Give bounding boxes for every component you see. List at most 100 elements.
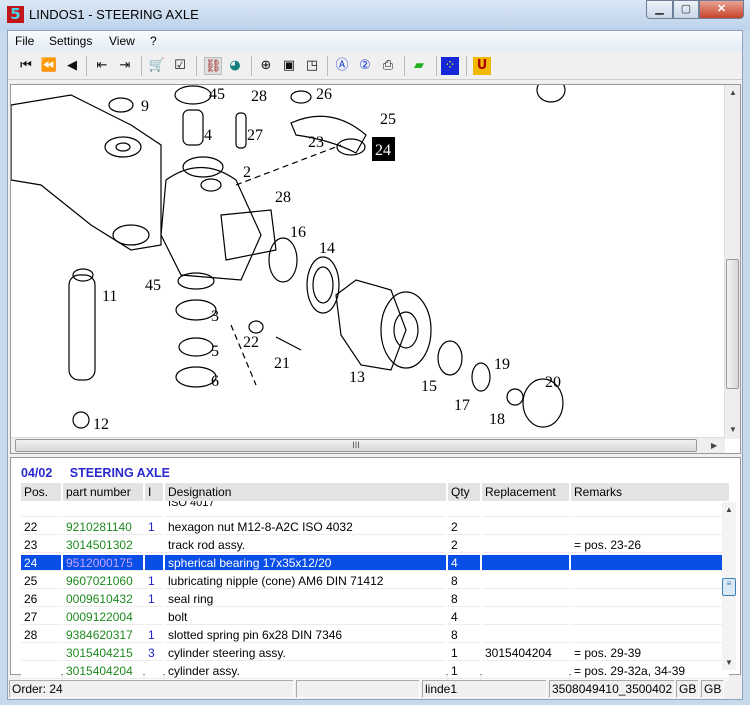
menu-bar: File Settings View ? (8, 31, 742, 51)
next-page-icon[interactable]: ⇥ (116, 57, 134, 75)
callout-25[interactable]: 25 (380, 111, 396, 128)
menu-settings[interactable]: Settings (49, 34, 92, 48)
search-a-icon[interactable]: Ⓐ (333, 57, 351, 75)
drawing-horizontal-scrollbar[interactable]: III ▶ (11, 437, 725, 453)
col-i[interactable]: I (145, 483, 163, 501)
table-row[interactable]: 24 9512000175 spherical bearing 17x35x12/2… (21, 555, 729, 573)
callout-20[interactable]: 20 (545, 374, 561, 391)
callout-21[interactable]: 21 (274, 355, 290, 372)
menu-help[interactable]: ? (150, 34, 157, 48)
row-remarks (571, 555, 729, 573)
callout-9[interactable]: 9 (141, 98, 149, 115)
rewind-icon[interactable]: ⏪ (40, 57, 58, 75)
page-icon[interactable]: ▣ (280, 57, 298, 75)
row-part-number: 0009610432 (63, 591, 143, 609)
row-indicator (145, 609, 163, 627)
cart-icon[interactable]: 🛒 (148, 57, 166, 75)
eu-flag-icon[interactable]: ⁘ (441, 57, 459, 75)
callout-26[interactable]: 26 (316, 86, 332, 103)
first-icon[interactable]: ⏮ (17, 57, 35, 75)
table-row[interactable]: 25 9607021060 1 lubricating nipple (cone) A… (21, 573, 729, 591)
callout-45[interactable]: 45 (209, 86, 225, 103)
row-pos: 23 (21, 537, 61, 555)
callout-5[interactable]: 5 (211, 343, 219, 360)
callout-28b[interactable]: 28 (275, 189, 291, 206)
search-2-icon[interactable]: ② (356, 57, 374, 75)
parts-scrollbar[interactable]: ▲ ≡ ▼ (722, 502, 736, 670)
u-icon[interactable]: U (473, 57, 491, 75)
callout-23[interactable]: 23 (308, 134, 324, 151)
link-icon[interactable]: ⛓ (204, 57, 222, 75)
vertical-scroll-thumb[interactable] (726, 259, 739, 389)
print-icon[interactable]: ⎙ (379, 57, 397, 75)
callout-15[interactable]: 15 (421, 378, 437, 395)
exploded-drawing[interactable]: 10 9 45 28 26 25 4 27 23 24 2 28 16 14 1… (10, 84, 741, 454)
clock-icon[interactable]: ◕ (226, 57, 244, 75)
window-title: LINDOS1 - STEERING AXLE (29, 7, 199, 22)
row-part-number: 9210281140 (63, 519, 143, 537)
parts-scroll-thumb[interactable]: ≡ (722, 578, 736, 596)
col-pos[interactable]: Pos. (21, 483, 61, 501)
row-indicator (145, 537, 163, 555)
row-designation: bolt (165, 609, 446, 627)
page-corner-icon[interactable]: ◳ (303, 57, 321, 75)
table-row[interactable]: 23 3014501302 track rod assy. 2 = pos. 23-26 (21, 537, 729, 555)
callout-11[interactable]: 11 (102, 288, 117, 305)
minimize-button[interactable]: ▁ (646, 0, 673, 19)
menu-view[interactable]: View (109, 34, 135, 48)
checklist-icon[interactable]: ☑ (171, 57, 189, 75)
row-designation: spherical bearing 17x35x12/20 (165, 555, 446, 573)
row-part-number: 9607021060 (63, 573, 143, 591)
previous-icon[interactable]: ◀ (63, 57, 81, 75)
table-row[interactable]: 22 9210281140 1 hexagon nut M12-8-A2C ISO 4… (21, 519, 729, 537)
row-indicator: 3 (145, 645, 163, 663)
callout-12[interactable]: 12 (93, 416, 109, 433)
notepad-icon[interactable]: ▰ (410, 57, 428, 75)
status-order: Order: 24 (9, 680, 294, 698)
row-indicator (145, 555, 163, 573)
callout-19[interactable]: 19 (494, 356, 510, 373)
col-designation[interactable]: Designation (165, 483, 446, 501)
menu-file[interactable]: File (15, 34, 34, 48)
callout-18[interactable]: 18 (489, 411, 505, 428)
maximize-button[interactable]: ▢ (673, 0, 699, 19)
callout-6[interactable]: 6 (211, 373, 219, 390)
col-qty[interactable]: Qty (448, 483, 480, 501)
prev-page-icon[interactable]: ⇤ (93, 57, 111, 75)
col-part-number[interactable]: part number (63, 483, 143, 501)
row-remarks (571, 609, 729, 627)
callout-4[interactable]: 4 (204, 127, 212, 144)
table-row[interactable]: 27 0009122004 bolt 4 (21, 609, 729, 627)
col-remarks[interactable]: Remarks (571, 483, 729, 501)
callout-3[interactable]: 3 (211, 308, 219, 325)
row-replacement (482, 627, 569, 645)
row-remarks: = pos. 29-39 (571, 645, 729, 663)
close-button[interactable]: ✕ (699, 0, 744, 19)
callout-22[interactable]: 22 (243, 334, 259, 351)
callout-13[interactable]: 13 (349, 369, 365, 386)
zoom-icon[interactable]: ⊕ (257, 57, 275, 75)
table-row[interactable]: 28 9384620317 1 slotted spring pin 6x28 DIN… (21, 627, 729, 645)
row-pos: 28 (21, 627, 61, 645)
callout-2[interactable]: 2 (243, 164, 251, 181)
callout-45b[interactable]: 45 (145, 277, 161, 294)
table-row[interactable]: 26 0009610432 1 seal ring 8 (21, 591, 729, 609)
parts-list-panel: 04/02 STEERING AXLE Pos. part number I D… (10, 457, 741, 681)
callout-24-highlighted[interactable]: 24 (375, 142, 391, 159)
horizontal-scroll-thumb[interactable]: III (15, 439, 697, 452)
callout-17[interactable]: 17 (454, 397, 470, 414)
drawing-vertical-scrollbar[interactable]: ▲ ▼ (724, 85, 740, 439)
row-qty: 4 (448, 555, 480, 573)
callout-14[interactable]: 14 (319, 240, 335, 257)
wheel-hub (335, 279, 407, 371)
callout-28[interactable]: 28 (251, 88, 267, 105)
col-replacement[interactable]: Replacement (482, 483, 569, 501)
status-bar: Order: 24 linde1 3508049410_3500402 GB G… (8, 679, 742, 699)
table-row[interactable]: 3015404215 3 cylinder steering assy. 1 30154… (21, 645, 729, 663)
row-part-number: 0009122004 (63, 609, 143, 627)
callout-27[interactable]: 27 (247, 127, 263, 144)
callout-10[interactable]: 10 (99, 85, 115, 88)
callout-16[interactable]: 16 (290, 224, 306, 241)
row-part-number: 9512000175 (63, 555, 143, 573)
row-pos: 25 (21, 573, 61, 591)
